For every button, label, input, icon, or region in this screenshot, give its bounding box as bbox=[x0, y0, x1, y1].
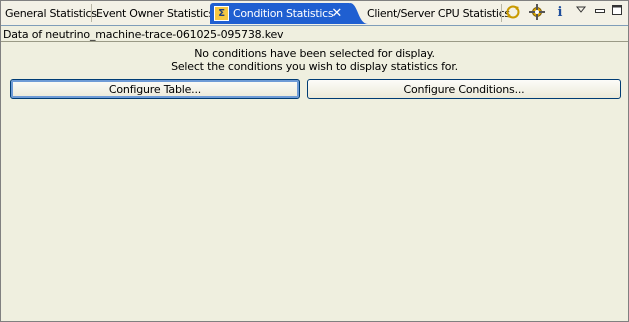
select-conditions-hint: Select the conditions you wish to displa… bbox=[171, 60, 458, 73]
configure-conditions-button[interactable]: Configure Conditions... bbox=[307, 79, 621, 99]
minimize-icon[interactable] bbox=[591, 4, 609, 22]
data-file-label: Data of neutrino_machine-trace-061025-09… bbox=[3, 28, 284, 41]
close-icon[interactable]: ✕ bbox=[331, 3, 342, 24]
sync-icon[interactable] bbox=[504, 4, 522, 22]
tab-event-owner-statistics[interactable]: Event Owner Statistics bbox=[92, 3, 214, 24]
sigma-icon: Σ bbox=[214, 6, 229, 21]
tab-client-server-cpu-statistics[interactable]: Client/Server CPU Statistics bbox=[363, 3, 510, 24]
tab-separator bbox=[501, 4, 502, 22]
tab-label: General Statistics bbox=[5, 7, 97, 20]
tab-bar: General Statistics Event Owner Statistic… bbox=[1, 1, 628, 26]
maximize-icon[interactable] bbox=[608, 4, 626, 22]
tab-label: Client/Server CPU Statistics bbox=[367, 7, 510, 20]
tab-label: Condition Statistics bbox=[233, 7, 334, 20]
tab-label: Event Owner Statistics bbox=[96, 7, 215, 20]
tab-condition-statistics[interactable]: Σ Condition Statistics ✕ bbox=[210, 3, 352, 24]
statistics-view: General Statistics Event Owner Statistic… bbox=[0, 0, 629, 322]
divider bbox=[1, 41, 628, 42]
info-icon[interactable]: i bbox=[551, 4, 569, 22]
view-menu-icon[interactable] bbox=[572, 4, 590, 22]
configure-table-button[interactable]: Configure Table... bbox=[10, 79, 300, 99]
tab-general-statistics[interactable]: General Statistics bbox=[1, 3, 97, 24]
no-conditions-message: No conditions have been selected for dis… bbox=[194, 47, 435, 60]
settings-icon[interactable] bbox=[528, 4, 546, 22]
